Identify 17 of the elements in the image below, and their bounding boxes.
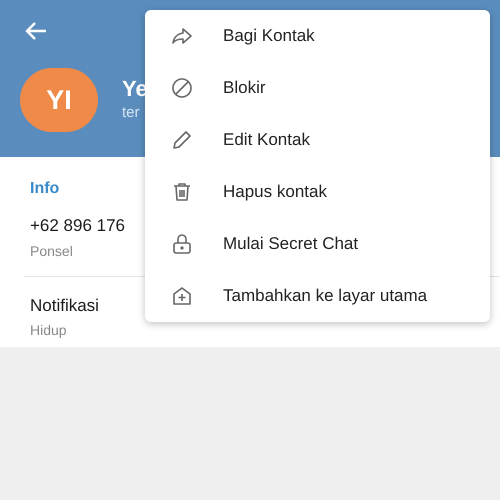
menu-item[interactable]: Bagi Kontak xyxy=(145,10,490,62)
home-plus-icon xyxy=(170,284,194,308)
info-value: Notifikasi xyxy=(30,294,99,316)
avatar: YI xyxy=(20,68,98,132)
section-heading: Info xyxy=(30,179,60,199)
block-icon xyxy=(170,76,194,100)
menu-item[interactable]: Hapus kontak xyxy=(145,166,490,218)
info-label: Hidup xyxy=(30,321,67,340)
lock-icon xyxy=(170,232,194,256)
menu-item[interactable]: Mulai Secret Chat xyxy=(145,218,490,270)
menu-item[interactable]: Edit Kontak xyxy=(145,114,490,166)
menu-item[interactable]: Tambahkan ke layar utama xyxy=(145,270,490,322)
contact-status: ter xyxy=(122,102,141,123)
menu-item[interactable]: Blokir xyxy=(145,62,490,114)
info-value: +62 896 176 xyxy=(30,215,126,237)
back-arrow-icon[interactable] xyxy=(24,20,48,42)
info-label: Ponsel xyxy=(30,242,73,260)
